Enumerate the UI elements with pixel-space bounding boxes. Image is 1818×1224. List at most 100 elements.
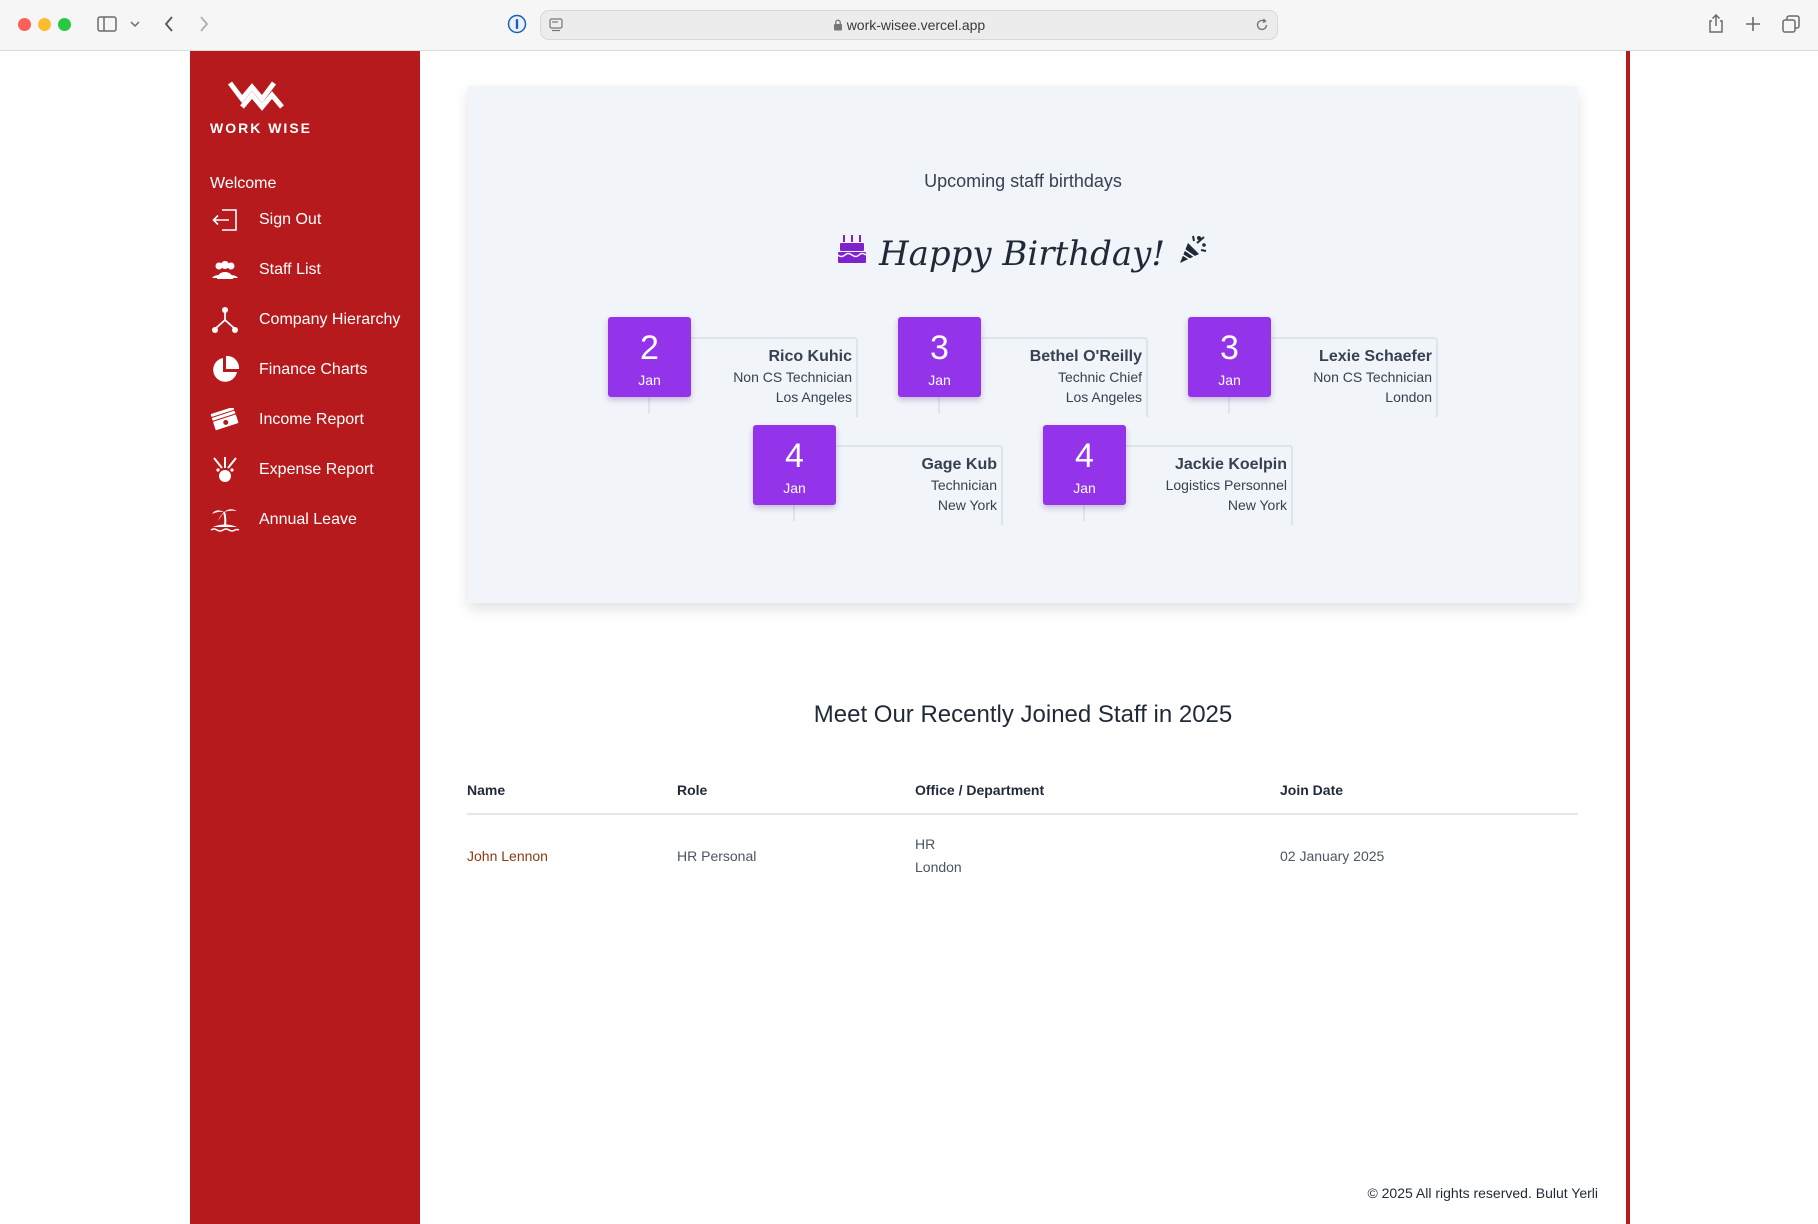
- money-icon: [210, 405, 240, 435]
- birthday-role: Non CS Technician: [1313, 369, 1432, 385]
- birthday-city: Los Angeles: [775, 389, 852, 405]
- close-window-button[interactable]: [18, 18, 31, 31]
- staff-name-link[interactable]: John Lennon: [467, 848, 548, 864]
- birthday-connector: [938, 397, 940, 413]
- new-tab-icon[interactable]: [1743, 12, 1763, 36]
- table-row: John Lennon HR Personal HR London 02 Jan…: [467, 814, 1578, 893]
- birthday-date-box: 2 Jan: [608, 317, 691, 397]
- sidebar-item-company-hierarchy[interactable]: Company Hierarchy: [210, 305, 400, 335]
- birthday-date-box: 3 Jan: [898, 317, 981, 397]
- birthday-day: 2: [640, 329, 659, 367]
- welcome-text: Welcome: [210, 175, 277, 192]
- birthday-connector: [793, 505, 795, 521]
- recent-staff-title: Meet Our Recently Joined Staff in 2025: [813, 701, 1233, 728]
- birthday-role: Logistics Personnel: [1165, 477, 1287, 493]
- share-icon[interactable]: [1706, 12, 1726, 36]
- tab-overview-icon[interactable]: [1781, 12, 1801, 36]
- birthday-entry: 3 Jan Bethel O'Reilly Technic Chief Los …: [898, 317, 1148, 417]
- column-header-role: Role: [677, 782, 915, 815]
- happy-birthday-text: Happy Birthday!: [878, 233, 1166, 274]
- minimize-window-button[interactable]: [38, 18, 51, 31]
- birthday-name: Gage Kub: [921, 456, 997, 473]
- sidebar-item-sign-out[interactable]: Sign Out: [210, 205, 321, 235]
- lock-icon: [833, 17, 847, 33]
- birthday-month: Jan: [1073, 480, 1096, 496]
- island-icon: [210, 505, 240, 535]
- maximize-window-button[interactable]: [58, 18, 71, 31]
- password-manager-icon[interactable]: [506, 12, 528, 36]
- birthday-connector: [1228, 397, 1230, 413]
- cell-role: HR Personal: [677, 847, 757, 864]
- birthday-info: Lexie Schaefer Non CS Technician London: [1313, 347, 1432, 407]
- page: WORK WISE Welcome Sign Out Staff List Co…: [0, 51, 1818, 1224]
- users-icon: [210, 255, 240, 285]
- birthday-connector: [1083, 505, 1085, 521]
- sidebar-toggle-icon[interactable]: [96, 12, 118, 36]
- table-header-row: Name Role Office / Department Join Date: [467, 782, 1578, 815]
- birthday-heading: Upcoming staff birthdays: [924, 171, 1122, 191]
- birthday-day: 3: [1220, 329, 1239, 367]
- birthday-entry: 2 Jan Rico Kuhic Non CS Technician Los A…: [608, 317, 858, 417]
- happy-birthday-banner: Happy Birthday!: [468, 233, 1578, 274]
- cell-name: John Lennon: [467, 814, 677, 893]
- logo-text: WORK WISE: [210, 120, 312, 136]
- url-text: work-wisee.vercel.app: [846, 17, 986, 33]
- birthday-info: Jackie Koelpin Logistics Personnel New Y…: [1166, 455, 1287, 515]
- office-text: London: [915, 859, 962, 875]
- chevron-down-icon[interactable]: [128, 12, 142, 36]
- sidebar-item-annual-leave[interactable]: Annual Leave: [210, 505, 357, 535]
- sidebar-item-label: Sign Out: [259, 211, 322, 228]
- sidebar-item-label: Annual Leave: [259, 511, 357, 528]
- birthday-name: Bethel O'Reilly: [1029, 348, 1142, 365]
- browser-toolbar: work-wisee.vercel.app: [0, 0, 1818, 51]
- address-bar[interactable]: work-wisee.vercel.app: [540, 10, 1278, 40]
- birthday-role: Technician: [930, 477, 997, 493]
- forward-icon[interactable]: [195, 12, 213, 36]
- birthday-month: Jan: [783, 480, 806, 496]
- birthday-date-box: 4 Jan: [753, 425, 836, 505]
- birthday-entry: 4 Jan Gage Kub Technician New York: [753, 425, 1003, 525]
- sidebar-item-expense-report[interactable]: Expense Report: [210, 455, 374, 485]
- birthday-month: Jan: [1218, 372, 1241, 388]
- back-icon[interactable]: [160, 12, 178, 36]
- sidebar-item-label: Finance Charts: [259, 361, 368, 378]
- sign-out-icon: [210, 205, 240, 235]
- sidebar-item-staff-list[interactable]: Staff List: [210, 255, 321, 285]
- recent-staff-table: Name Role Office / Department Join Date …: [467, 782, 1578, 893]
- birthday-name: Rico Kuhic: [768, 348, 852, 365]
- hierarchy-icon: [210, 305, 240, 335]
- work-wise-logo-icon[interactable]: [210, 77, 330, 118]
- birthday-city: Los Angeles: [1065, 389, 1142, 405]
- birthday-entry: 3 Jan Lexie Schaefer Non CS Technician L…: [1188, 317, 1438, 417]
- birthday-role: Non CS Technician: [733, 369, 852, 385]
- department-text: HR: [915, 836, 936, 852]
- birthday-city: London: [1385, 389, 1432, 405]
- column-header-join-date: Join Date: [1280, 782, 1578, 815]
- right-divider: [1626, 51, 1630, 1224]
- birthday-name: Jackie Koelpin: [1174, 456, 1287, 473]
- party-popper-icon: [1177, 233, 1209, 274]
- sidebar-item-label: Company Hierarchy: [259, 311, 401, 328]
- birthday-info: Bethel O'Reilly Technic Chief Los Angele…: [1030, 347, 1142, 407]
- sidebar: WORK WISE Welcome Sign Out Staff List Co…: [190, 51, 420, 1224]
- sidebar-item-finance-charts[interactable]: Finance Charts: [210, 355, 368, 385]
- birthday-month: Jan: [638, 372, 661, 388]
- birthday-info: Gage Kub Technician New York: [921, 455, 997, 515]
- birthday-connector: [648, 397, 650, 413]
- expense-icon: [210, 455, 240, 485]
- reload-icon[interactable]: [1253, 16, 1271, 34]
- column-header-office: Office / Department: [915, 782, 1280, 815]
- birthday-city: New York: [937, 497, 997, 513]
- sidebar-item-label: Expense Report: [259, 461, 374, 478]
- column-header-name: Name: [467, 782, 677, 815]
- sidebar-item-income-report[interactable]: Income Report: [210, 405, 364, 435]
- birthday-name: Lexie Schaefer: [1319, 348, 1432, 365]
- cell-join-date: 02 January 2025: [1280, 847, 1385, 864]
- birthday-city: New York: [1227, 497, 1287, 513]
- birthday-month: Jan: [928, 372, 951, 388]
- pie-chart-icon: [210, 355, 240, 385]
- birthday-entry: 4 Jan Jackie Koelpin Logistics Personnel…: [1043, 425, 1293, 525]
- birthday-card: Upcoming staff birthdays Happy Birthday!…: [468, 86, 1578, 603]
- birthday-date-box: 3 Jan: [1188, 317, 1271, 397]
- birthday-info: Rico Kuhic Non CS Technician Los Angeles: [733, 347, 852, 407]
